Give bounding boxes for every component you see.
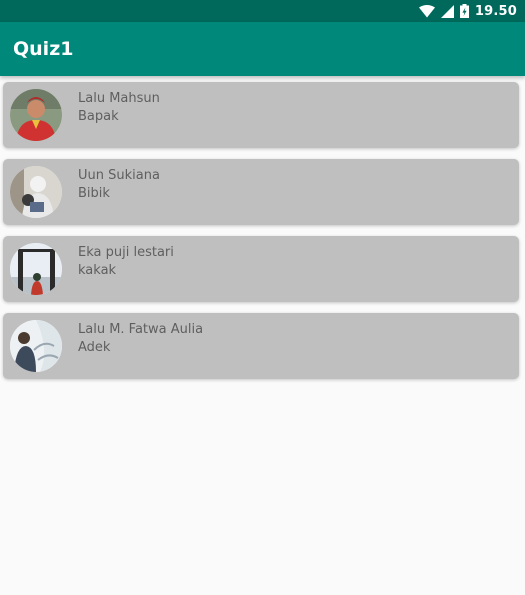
avatar	[10, 320, 62, 372]
clock-time: 19.50	[474, 3, 517, 19]
contact-name: Lalu M. Fatwa Aulia	[78, 322, 204, 337]
avatar	[10, 89, 62, 141]
contact-card-lalu-m-fatwa-aulia[interactable]: Lalu M. Fatwa Aulia Adek	[3, 313, 519, 379]
contact-card-lalu-mahsun[interactable]: Lalu Mahsun Bapak	[3, 82, 519, 148]
contact-relation: Bapak	[78, 109, 119, 124]
app-bar: Quiz1	[0, 22, 525, 76]
signal-icon	[440, 4, 454, 18]
contact-relation: Bibik	[78, 186, 110, 201]
contact-name: Eka puji lestari	[78, 245, 174, 260]
status-bar: 19.50	[0, 0, 525, 22]
contact-relation: Adek	[78, 340, 111, 355]
battery-icon	[459, 4, 469, 18]
contact-name: Uun Sukiana	[78, 168, 160, 183]
contact-name: Lalu Mahsun	[78, 91, 160, 106]
contact-card-uun-sukiana[interactable]: Uun Sukiana Bibik	[3, 159, 519, 225]
contact-relation: kakak	[78, 263, 117, 278]
contact-card-eka-puji-lestari[interactable]: Eka puji lestari kakak	[3, 236, 519, 302]
avatar	[10, 166, 62, 218]
wifi-icon	[418, 4, 435, 18]
avatar	[10, 243, 62, 295]
app-title: Quiz1	[13, 38, 74, 60]
